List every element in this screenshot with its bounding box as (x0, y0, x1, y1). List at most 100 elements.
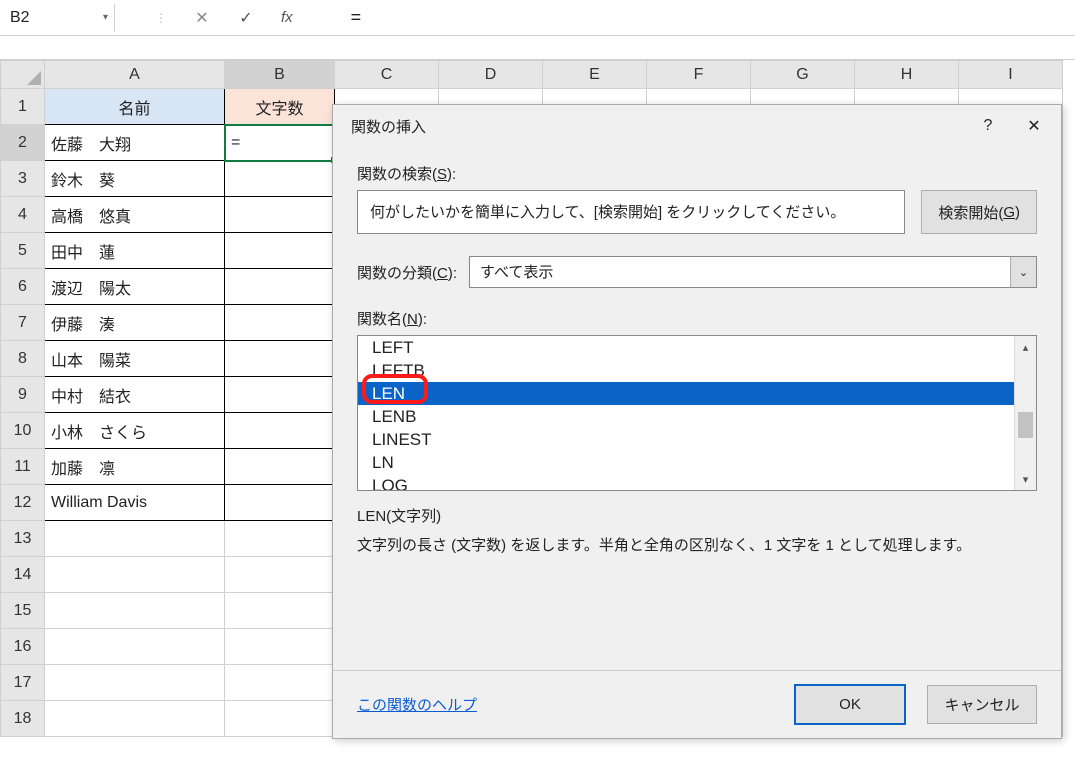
row-header-13[interactable]: 13 (1, 521, 45, 557)
listbox-scrollbar[interactable]: ▴ ▾ (1014, 336, 1036, 490)
cell-B6[interactable] (225, 269, 335, 305)
search-input[interactable]: 何がしたいかを簡単に入力して、[検索開始] をクリックしてください。 (357, 190, 905, 234)
insert-function-dialog: 関数の挿入 ? ✕ 関数の検索(S): 何がしたいかを簡単に入力して、[検索開始… (332, 104, 1062, 739)
cell-A10[interactable]: 小林 さくら (45, 413, 225, 449)
dots-icon: ⋮ (155, 11, 167, 25)
cell-B9[interactable] (225, 377, 335, 413)
row-header-4[interactable]: 4 (1, 197, 45, 233)
scroll-down-icon[interactable]: ▾ (1015, 468, 1036, 490)
function-item-LENB[interactable]: LENB (358, 405, 1014, 428)
row-header-11[interactable]: 11 (1, 449, 45, 485)
category-select[interactable]: すべて表示 ⌄ (469, 256, 1037, 288)
cell-B12[interactable] (225, 485, 335, 521)
cell-B14[interactable] (225, 557, 335, 593)
cell-B17[interactable] (225, 665, 335, 701)
cell-B15[interactable] (225, 593, 335, 629)
cancel-button[interactable]: キャンセル (927, 685, 1037, 724)
row-header-18[interactable]: 18 (1, 701, 45, 737)
cell-B11[interactable] (225, 449, 335, 485)
cell-B13[interactable] (225, 521, 335, 557)
cell-B2[interactable]: = (225, 125, 335, 161)
cell-A17[interactable] (45, 665, 225, 701)
dialog-titlebar[interactable]: 関数の挿入 ? ✕ (333, 105, 1061, 147)
function-item-LEFT[interactable]: LEFT (358, 336, 1014, 359)
column-header-F[interactable]: F (647, 61, 751, 89)
dialog-close-button[interactable]: ✕ (1011, 110, 1057, 142)
row-header-2[interactable]: 2 (1, 125, 45, 161)
row-header-16[interactable]: 16 (1, 629, 45, 665)
function-item-LN[interactable]: LN (358, 451, 1014, 474)
column-header-B[interactable]: B (225, 61, 335, 89)
cell-A14[interactable] (45, 557, 225, 593)
function-item-LOG[interactable]: LOG (358, 474, 1014, 491)
function-description-text: 文字列の長さ (文字数) を返します。半角と全角の区別なく、1 文字を 1 とし… (357, 534, 1037, 555)
ok-button[interactable]: OK (795, 685, 905, 724)
name-box[interactable]: B2 ▾ (0, 4, 115, 32)
cell-A7[interactable]: 伊藤 湊 (45, 305, 225, 341)
function-item-LEN[interactable]: LEN (358, 382, 1014, 405)
row-header-1[interactable]: 1 (1, 89, 45, 125)
cell-A8[interactable]: 山本 陽菜 (45, 341, 225, 377)
row-header-14[interactable]: 14 (1, 557, 45, 593)
cell-B4[interactable] (225, 197, 335, 233)
category-label: 関数の分類(C): (357, 262, 457, 283)
cell-A6[interactable]: 渡辺 陽太 (45, 269, 225, 305)
column-header-C[interactable]: C (335, 61, 439, 89)
search-label: 関数の検索(S): (357, 163, 1037, 184)
dialog-footer: この関数のヘルプ OK キャンセル (333, 670, 1061, 738)
chevron-down-icon[interactable]: ⌄ (1010, 257, 1036, 287)
function-item-LEFTB[interactable]: LEFTB (358, 359, 1014, 382)
select-all-corner[interactable] (1, 61, 45, 89)
row-header-17[interactable]: 17 (1, 665, 45, 701)
cell-A12[interactable]: William Davis (45, 485, 225, 521)
column-header-H[interactable]: H (855, 61, 959, 89)
cell-A1[interactable]: 名前 (45, 89, 225, 125)
cell-A11[interactable]: 加藤 凛 (45, 449, 225, 485)
name-box-dropdown-icon[interactable]: ▾ (103, 12, 108, 23)
fx-icon[interactable]: fx (281, 9, 293, 26)
row-header-15[interactable]: 15 (1, 593, 45, 629)
cell-B3[interactable] (225, 161, 335, 197)
formula-input[interactable]: = (311, 7, 362, 28)
row-header-3[interactable]: 3 (1, 161, 45, 197)
column-header-A[interactable]: A (45, 61, 225, 89)
cell-A4[interactable]: 高橋 悠真 (45, 197, 225, 233)
cell-B18[interactable] (225, 701, 335, 737)
cell-B1[interactable]: 文字数 (225, 89, 335, 125)
function-help-link[interactable]: この関数のヘルプ (357, 694, 795, 715)
row-header-6[interactable]: 6 (1, 269, 45, 305)
cell-B8[interactable] (225, 341, 335, 377)
row-header-7[interactable]: 7 (1, 305, 45, 341)
row-header-8[interactable]: 8 (1, 341, 45, 377)
column-header-G[interactable]: G (751, 61, 855, 89)
cell-A15[interactable] (45, 593, 225, 629)
row-header-5[interactable]: 5 (1, 233, 45, 269)
column-header-D[interactable]: D (439, 61, 543, 89)
confirm-formula-button[interactable]: ✓ (237, 8, 255, 28)
cell-B10[interactable] (225, 413, 335, 449)
function-signature: LEN(文字列) (357, 505, 1037, 526)
cell-B16[interactable] (225, 629, 335, 665)
function-item-LINEST[interactable]: LINEST (358, 428, 1014, 451)
search-go-button[interactable]: 検索開始(G) (921, 190, 1037, 234)
cell-A13[interactable] (45, 521, 225, 557)
cell-A18[interactable] (45, 701, 225, 737)
cell-B5[interactable] (225, 233, 335, 269)
cell-A16[interactable] (45, 629, 225, 665)
cell-B7[interactable] (225, 305, 335, 341)
cell-A9[interactable]: 中村 結衣 (45, 377, 225, 413)
cell-A5[interactable]: 田中 蓮 (45, 233, 225, 269)
row-header-12[interactable]: 12 (1, 485, 45, 521)
cell-A2[interactable]: 佐藤 大翔 (45, 125, 225, 161)
scrollbar-thumb[interactable] (1018, 412, 1033, 438)
cell-A3[interactable]: 鈴木 葵 (45, 161, 225, 197)
row-header-10[interactable]: 10 (1, 413, 45, 449)
function-name-label: 関数名(N): (357, 308, 1037, 329)
cancel-formula-button[interactable]: ✕ (193, 8, 211, 28)
column-header-E[interactable]: E (543, 61, 647, 89)
column-header-I[interactable]: I (959, 61, 1063, 89)
dialog-help-button[interactable]: ? (965, 110, 1011, 142)
row-header-9[interactable]: 9 (1, 377, 45, 413)
function-listbox[interactable]: LEFTLEFTBLENLENBLINESTLNLOG ▴ ▾ (357, 335, 1037, 491)
scroll-up-icon[interactable]: ▴ (1015, 336, 1036, 358)
